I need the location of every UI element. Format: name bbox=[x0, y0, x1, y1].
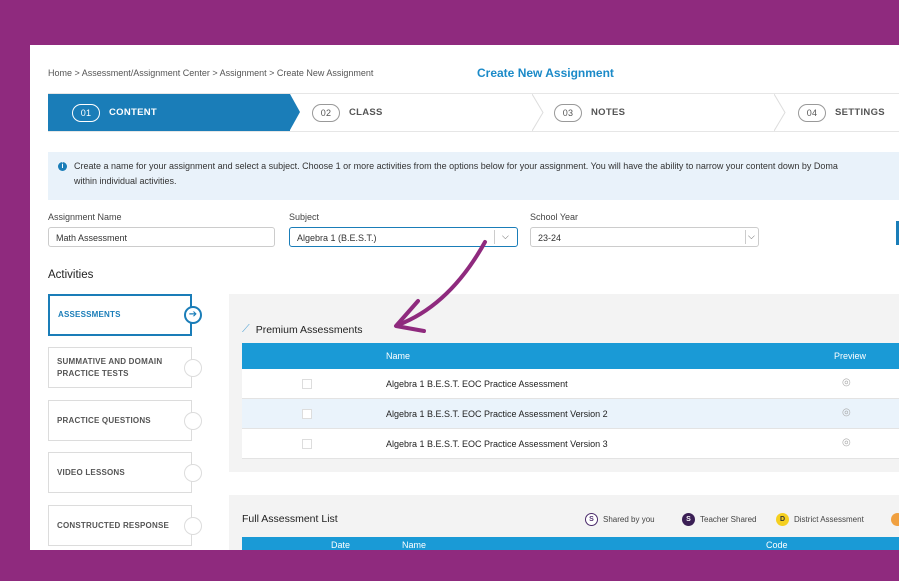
app-window: Home > Assessment/Assignment Center > As… bbox=[30, 45, 899, 550]
annotation-arrow bbox=[394, 240, 487, 333]
